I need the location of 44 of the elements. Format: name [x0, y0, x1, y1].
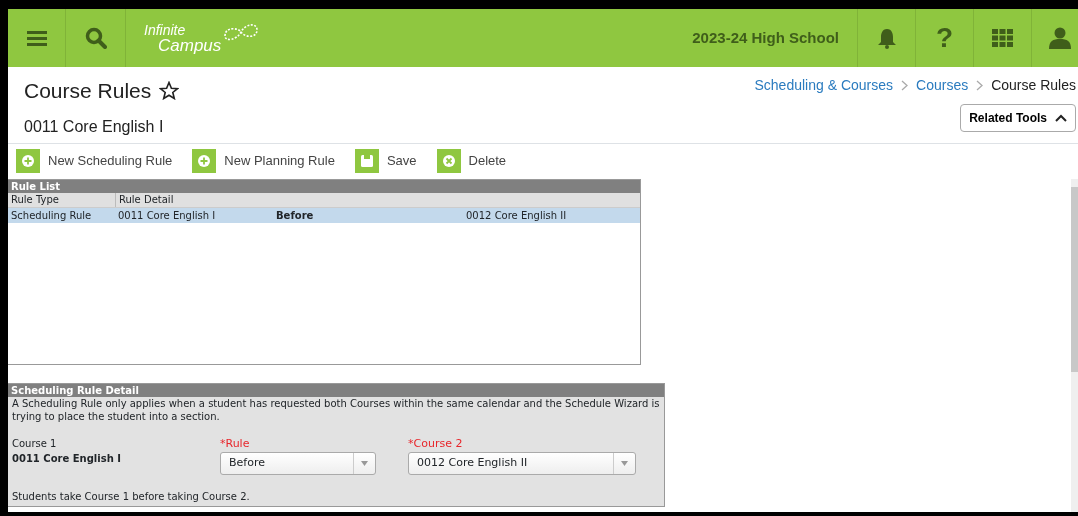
field-label: Course 1: [12, 436, 58, 451]
add-icon: [197, 154, 212, 168]
breadcrumb-link[interactable]: Scheduling & Courses: [754, 75, 894, 96]
course-text: 0012 Core English II: [466, 208, 567, 223]
column-header: Rule Detail: [118, 192, 174, 207]
related-tools-button[interactable]: Related Tools: [960, 104, 1076, 132]
select-field[interactable]: 0012 Core English II: [408, 452, 636, 475]
page-title: Course Rules: [24, 78, 152, 104]
field-value: 0011 Core English I: [12, 451, 122, 466]
save-icon-button[interactable]: Save: [354, 149, 417, 173]
search-icon[interactable]: [84, 27, 107, 49]
panel-title: Scheduling Rule Detail: [8, 383, 664, 397]
add-icon-button[interactable]: New Planning Rule: [192, 149, 335, 173]
add-icon-button[interactable]: New Scheduling Rule: [16, 149, 173, 173]
apps-grid-icon[interactable]: [992, 29, 1013, 47]
delete-icon-button[interactable]: Delete: [436, 149, 507, 173]
user-icon[interactable]: [1049, 27, 1071, 49]
course-text: 0011 Core English I: [118, 208, 217, 223]
star-icon[interactable]: [159, 81, 180, 101]
delete-icon: [441, 154, 456, 168]
rule-type-cell-text: Scheduling Rule: [10, 208, 93, 223]
chevron-icon: [901, 80, 909, 91]
record-subtitle: 0011 Core English I: [24, 116, 165, 137]
column-header: Rule Type: [8, 192, 116, 207]
add-icon: [21, 154, 35, 168]
summary-text: Students take Course 1 before taking Course 2.: [11, 490, 251, 504]
caret-icon: [1055, 114, 1067, 122]
dropdown-arrow-icon: [361, 461, 368, 466]
breadcrumb-link[interactable]: Courses: [916, 75, 969, 96]
menu-icon[interactable]: [26, 30, 47, 46]
school-name[interactable]: 2023-24 High School: [692, 26, 839, 50]
chevron-icon: [976, 80, 984, 91]
save-icon: [359, 154, 374, 168]
breadcrumb-current: Course Rules: [991, 76, 1076, 95]
panel-title: Rule List: [8, 179, 640, 193]
field-label: *Course 2: [408, 435, 464, 452]
rule-text: Before: [276, 208, 315, 223]
select-field[interactable]: Before: [220, 452, 376, 475]
description-text: A Scheduling Rule only applies when a student has requested both Courses within the same calendar and the Schedule Wizard is trying to place the student into a section.: [11, 396, 661, 423]
help-icon[interactable]: ?: [935, 24, 954, 52]
field-label: *Rule: [220, 435, 251, 452]
dropdown-arrow-icon: [621, 461, 628, 466]
bell-icon[interactable]: [876, 27, 897, 49]
scrollbar[interactable]: [1071, 178, 1078, 512]
